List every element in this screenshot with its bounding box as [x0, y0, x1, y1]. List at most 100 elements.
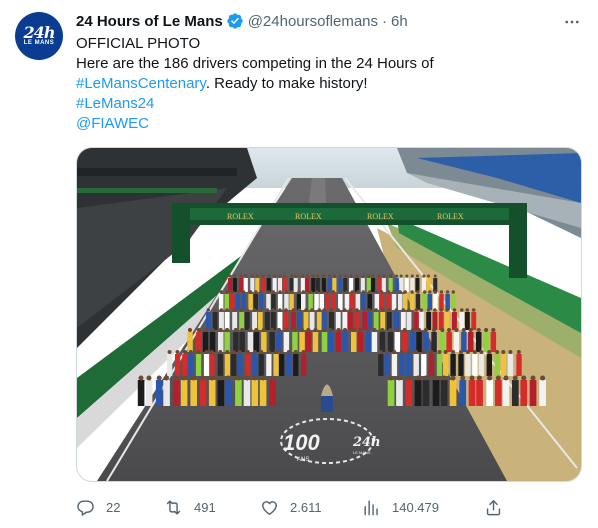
driver-head: [361, 290, 365, 294]
driver-head: [530, 375, 536, 381]
driver-figure: [391, 354, 398, 376]
driver-figure: [235, 294, 241, 310]
driver-head: [316, 274, 320, 278]
account-handle[interactable]: @24hoursoflemans: [248, 13, 378, 30]
driver-head: [439, 290, 444, 294]
driver-head: [451, 290, 455, 294]
mention-fiawec-link[interactable]: @FIAWEC: [76, 114, 582, 134]
driver-head: [395, 327, 400, 333]
post-time[interactable]: 6h: [391, 13, 408, 30]
driver-figure: [483, 332, 489, 352]
driver-figure: [277, 278, 282, 292]
views-icon: [364, 499, 378, 515]
driver-head: [476, 375, 482, 381]
driver-head: [329, 308, 334, 312]
driver-figure: [264, 312, 270, 330]
tweet-line-3-rest: . Ready to make history!: [205, 75, 368, 92]
driver-head: [328, 327, 333, 333]
driver-figure: [458, 354, 464, 376]
more-options-icon[interactable]: [562, 12, 582, 32]
driver-figure: [217, 380, 225, 406]
driver-head: [255, 274, 259, 278]
driver-head: [476, 327, 481, 333]
driver-figure: [404, 278, 409, 292]
driver-head: [310, 308, 314, 312]
driver-figure: [433, 278, 438, 292]
driver-figure: [432, 380, 440, 406]
driver-head: [225, 308, 229, 312]
driver-figure: [371, 332, 378, 352]
driver-figure: [421, 354, 427, 376]
driver-figure: [224, 332, 230, 352]
driver-figure: [321, 278, 326, 292]
driver-head: [164, 375, 169, 381]
driver-head: [244, 274, 248, 278]
driver-head: [406, 375, 412, 381]
driver-head: [306, 327, 311, 333]
driver-head: [305, 274, 309, 278]
tweet-photo[interactable]: ROLEX ROLEX ROLEX ROLEX 100 ANS 24h LE M…: [76, 147, 582, 482]
driver-figure: [439, 294, 444, 310]
driver-figure: [362, 312, 368, 330]
driver-figure: [308, 294, 313, 310]
verified-badge-icon[interactable]: [226, 12, 244, 30]
driver-figure: [212, 312, 218, 330]
driver-figure: [199, 380, 207, 406]
driver-figure: [414, 380, 422, 406]
driver-figure: [297, 312, 302, 330]
driver-head: [254, 290, 258, 294]
driver-head: [250, 274, 254, 278]
display-name[interactable]: 24 Hours of Le Mans: [76, 13, 223, 30]
driver-head: [351, 327, 356, 333]
driver-head: [259, 350, 264, 354]
driver-figure: [224, 354, 230, 376]
driver-figure: [391, 294, 397, 310]
views-count: 140.479: [392, 499, 439, 515]
driver-figure: [182, 354, 188, 376]
driver-head: [460, 375, 466, 381]
driver-head: [465, 308, 470, 312]
driver-figure: [277, 294, 283, 310]
driver-head: [325, 290, 330, 294]
driver-figure: [273, 354, 279, 376]
driver-figure: [276, 332, 282, 352]
driver-figure: [202, 332, 209, 352]
hashtag-lemanscentenary-link[interactable]: #LeMansCentenary: [76, 75, 206, 92]
driver-figure: [459, 380, 467, 406]
like-button[interactable]: 2.611: [260, 494, 322, 520]
avatar[interactable]: 24h LE MANS: [15, 12, 63, 60]
driver-head: [245, 350, 250, 354]
driver-figure: [398, 294, 403, 310]
driver-figure: [414, 312, 419, 330]
reply-button[interactable]: 22: [76, 494, 120, 520]
driver-head: [356, 290, 360, 294]
driver-head: [358, 327, 363, 333]
driver-head: [484, 327, 489, 333]
driver-figure: [196, 332, 202, 352]
views-button[interactable]: 140.479: [362, 494, 439, 520]
driver-head: [245, 308, 249, 312]
hashtag-lemans24-link[interactable]: #LeMans24: [76, 94, 582, 114]
driver-head: [355, 308, 359, 312]
driver-head: [167, 350, 172, 354]
driver-figure: [312, 332, 319, 352]
driver-figure: [355, 294, 361, 310]
like-icon: [262, 500, 277, 515]
driver-head: [501, 350, 506, 354]
driver-head: [322, 274, 326, 278]
driver-head: [422, 274, 426, 278]
tweet-card[interactable]: 24h LE MANS 24 Hours of Le Mans @24hours…: [0, 0, 598, 528]
driver-head: [367, 308, 372, 312]
driver-figure: [384, 354, 390, 376]
driver-head: [392, 350, 397, 354]
driver-figure: [224, 312, 230, 330]
logo-100-number: 100: [283, 430, 320, 455]
driver-head: [175, 350, 180, 354]
action-bar: 22 491 2.611 140.479: [76, 494, 582, 520]
driver-head: [345, 290, 349, 294]
avatar-logo-subtext: LE MANS: [23, 40, 55, 46]
share-button[interactable]: [484, 494, 503, 520]
driver-head: [271, 290, 276, 294]
retweet-button[interactable]: 491: [164, 494, 216, 520]
driver-head: [433, 375, 439, 381]
